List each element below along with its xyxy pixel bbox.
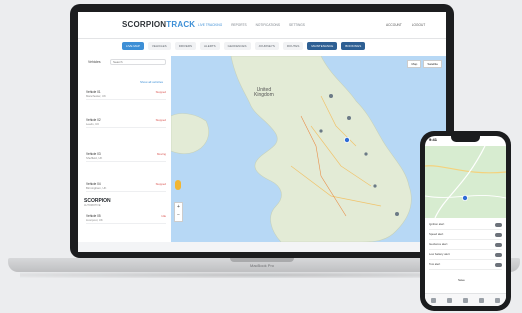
alert-toggle[interactable] [495, 233, 502, 237]
vehicle-item[interactable]: Vehicle 01 Manchester, UK Stopped [86, 90, 166, 100]
alert-label: Ignition alert [429, 222, 445, 226]
zoom-in-button[interactable]: + [175, 203, 182, 211]
tab-alerts-icon[interactable] [462, 298, 468, 303]
tab-list-icon[interactable] [446, 298, 452, 303]
alert-toggle[interactable] [495, 253, 502, 257]
laptop-brand-label: MacBook Pro [249, 263, 274, 268]
alert-toggle[interactable] [495, 223, 502, 227]
map-type-toggle: Map Satellite [407, 60, 442, 68]
alert-row[interactable]: Geofence alert [429, 242, 502, 250]
vehicle-search-input[interactable] [110, 59, 166, 65]
vehicle-item[interactable]: Vehicle 03 Sheffield, UK Moving [86, 152, 166, 162]
map-country-label: United Kingdom [254, 88, 274, 98]
tab-reports-icon[interactable] [479, 298, 485, 303]
vehicle-location: Manchester, UK [86, 94, 106, 98]
tab-bookings[interactable]: BOOKINGS [341, 42, 366, 50]
show-all-link[interactable]: Show all vehicles [140, 80, 163, 84]
vehicle-status: Moving [156, 152, 166, 156]
nav-notifications[interactable]: NOTIFICATIONS [256, 23, 280, 27]
vehicle-status: Idle [161, 214, 166, 218]
map-label-line-2: Kingdom [254, 92, 274, 98]
tab-maintenance[interactable]: MAINTENANCE [307, 42, 338, 50]
vehicle-location: Liverpool, UK [86, 218, 103, 222]
vehicle-status: Stopped [155, 90, 166, 94]
phone-screen: Ignition alert Speed alert Geofence aler… [425, 136, 506, 306]
tab-map-icon[interactable] [430, 298, 436, 303]
top-nav: LIVE TRACKING REPORTS NOTIFICATIONS SETT… [198, 23, 305, 27]
tab-routes[interactable]: ROUTES [282, 42, 304, 50]
sub-nav: LIVE MAP VEHICLES DRIVERS ALERTS GEOFENC… [122, 42, 366, 50]
divider [86, 191, 166, 192]
logo-accent: TRACK [166, 20, 196, 29]
nav-settings[interactable]: SETTINGS [289, 23, 305, 27]
phone-status-time: 9:41 [429, 137, 438, 142]
alert-row[interactable]: Tow alert [429, 262, 502, 270]
app-logo[interactable]: SCORPIONTRACK [122, 20, 195, 29]
live-map[interactable]: United Kingdom Map Satellite + − [171, 56, 446, 242]
tab-geofences[interactable]: GEOFENCES [223, 42, 251, 50]
phone-map[interactable] [425, 145, 506, 219]
laptop-notch [230, 258, 294, 262]
alert-row[interactable]: Low battery alert [429, 252, 502, 260]
vehicle-item[interactable]: Vehicle 02 Leeds, UK Stopped [86, 118, 166, 128]
top-right-links: ACCOUNT LOGOUT [386, 23, 425, 27]
vehicle-location: Sheffield, UK [86, 156, 103, 160]
alert-label: Speed alert [429, 232, 444, 236]
divider [86, 223, 166, 224]
tab-drivers[interactable]: DRIVERS [174, 42, 197, 50]
vehicle-item[interactable]: Vehicle 05 Liverpool, UK Idle [86, 214, 166, 224]
nav-live-tracking[interactable]: LIVE TRACKING [198, 23, 222, 27]
phone-map-illustration [425, 145, 506, 219]
logo-main: SCORPION [122, 20, 167, 29]
alert-toggle[interactable] [495, 263, 502, 267]
alert-label: Low battery alert [429, 252, 450, 256]
vehicle-location: Birmingham, UK [86, 186, 107, 190]
vehicle-status: Stopped [155, 182, 166, 186]
app-bottom-strip: SCORPION AUTOMOTIVE [78, 198, 446, 252]
phone-save-button[interactable]: Save [458, 278, 465, 282]
vehicle-sidebar: Vehicles Show all vehicles Vehicle 01 Ma… [82, 56, 172, 242]
tab-alerts[interactable]: ALERTS [200, 42, 220, 50]
alert-row[interactable]: Ignition alert [429, 222, 502, 230]
map-illustration [171, 56, 412, 242]
map-view-button[interactable]: Map [407, 60, 422, 68]
app-topbar: SCORPIONTRACK LIVE TRACKING REPORTS NOTI… [78, 12, 446, 39]
divider [86, 161, 166, 162]
footer-logo-sub: AUTOMOTIVE [84, 204, 101, 207]
tab-settings-icon[interactable] [495, 298, 501, 303]
alert-label: Tow alert [429, 262, 441, 266]
phone-notch [451, 136, 480, 142]
zoom-out-button[interactable]: − [175, 211, 182, 219]
divider [86, 99, 166, 100]
nav-reports[interactable]: REPORTS [231, 23, 246, 27]
sidebar-heading: Vehicles [88, 60, 101, 64]
logout-link[interactable]: LOGOUT [412, 23, 425, 27]
satellite-view-button[interactable]: Satellite [423, 60, 442, 68]
divider [86, 127, 166, 128]
zoom-control[interactable]: + − [174, 202, 183, 222]
street-view-pegman-icon[interactable] [175, 180, 181, 190]
vehicle-location: Leeds, UK [86, 122, 100, 126]
vehicle-status: Stopped [155, 118, 166, 122]
alert-toggle[interactable] [495, 243, 502, 247]
account-link[interactable]: ACCOUNT [386, 23, 402, 27]
alert-row[interactable]: Speed alert [429, 232, 502, 240]
tab-live-map[interactable]: LIVE MAP [122, 42, 144, 50]
vehicle-item[interactable]: Vehicle 04 Birmingham, UK Stopped [86, 182, 166, 192]
phone-tab-bar [425, 293, 506, 306]
tab-journeys[interactable]: JOURNEYS [254, 42, 279, 50]
tab-vehicles[interactable]: VEHICLES [147, 42, 171, 50]
alert-label: Geofence alert [429, 242, 448, 246]
laptop-screen: SCORPIONTRACK LIVE TRACKING REPORTS NOTI… [78, 12, 446, 252]
